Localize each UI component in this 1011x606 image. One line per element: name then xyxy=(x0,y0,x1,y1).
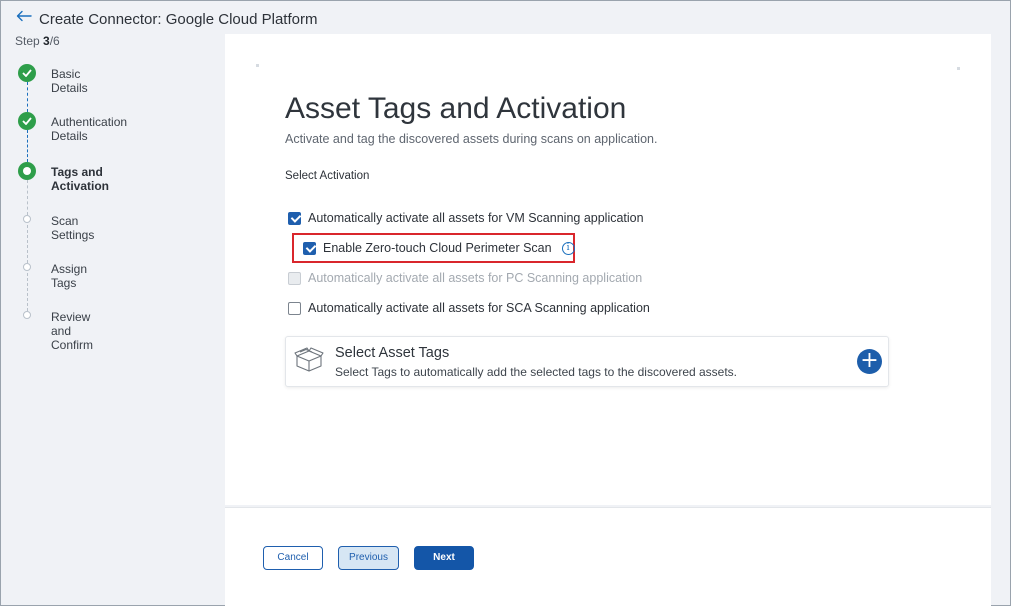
sca-activation-checkbox[interactable] xyxy=(288,301,301,315)
stepper-connector xyxy=(27,82,28,112)
stepper-connector xyxy=(27,273,28,311)
step-review-and-confirm: Review and Confirm xyxy=(51,310,94,352)
page-header-title: Create Connector: Google Cloud Platform xyxy=(39,11,318,28)
corner-mark xyxy=(256,64,259,67)
page-title: Asset Tags and Activation xyxy=(285,92,627,125)
footer-actions: Cancel Previous Next xyxy=(225,507,991,606)
zero-touch-checkbox[interactable] xyxy=(303,241,316,255)
step-tags-and-activation: Tags and Activation xyxy=(51,165,110,193)
add-tags-button[interactable]: + xyxy=(857,349,882,374)
step-total: /6 xyxy=(49,34,60,48)
step-active-icon xyxy=(18,162,36,180)
app-window: Create Connector: Google Cloud Platform … xyxy=(0,0,1011,606)
zero-touch-label: Enable Zero-touch Cloud Perimeter Scan xyxy=(323,241,552,255)
vm-activation-checkbox[interactable] xyxy=(288,211,301,225)
step-scan-settings: Scan Settings xyxy=(51,214,95,242)
step-pending-icon xyxy=(23,311,31,319)
info-icon[interactable]: i xyxy=(561,241,575,255)
select-activation-label: Select Activation xyxy=(285,170,370,182)
page-subtitle: Activate and tag the discovered assets d… xyxy=(285,132,658,146)
previous-button[interactable]: Previous xyxy=(338,546,399,570)
asset-tags-description: Select Tags to automatically add the sel… xyxy=(335,365,738,379)
pc-activation-option: Automatically activate all assets for PC… xyxy=(288,271,642,285)
step-basic-details: Basic Details xyxy=(51,67,88,95)
step-assign-tags: Assign Tags xyxy=(51,262,88,290)
step-indicator: Step 3/6 xyxy=(15,34,60,48)
step-complete-icon xyxy=(18,112,36,130)
vm-activation-label: Automatically activate all assets for VM… xyxy=(308,211,644,225)
step-pending-icon xyxy=(23,263,31,271)
step-prefix: Step xyxy=(15,34,40,48)
stepper-connector xyxy=(27,180,28,215)
pc-activation-label: Automatically activate all assets for PC… xyxy=(308,271,643,285)
back-arrow-icon[interactable] xyxy=(15,7,33,25)
step-current: 3 xyxy=(43,34,50,48)
next-button[interactable]: Next xyxy=(414,546,474,570)
asset-tags-title: Select Asset Tags xyxy=(335,345,450,361)
vm-activation-option[interactable]: Automatically activate all assets for VM… xyxy=(288,211,644,225)
select-asset-tags-card: Select Asset Tags Select Tags to automat… xyxy=(285,336,889,387)
stepper-connector xyxy=(27,130,28,162)
step-complete-icon xyxy=(18,64,36,82)
main-content-panel: Asset Tags and Activation Activate and t… xyxy=(225,34,991,505)
boxes-icon xyxy=(294,347,324,372)
sca-activation-label: Automatically activate all assets for SC… xyxy=(308,301,650,315)
pc-activation-checkbox xyxy=(288,271,301,285)
sca-activation-option[interactable]: Automatically activate all assets for SC… xyxy=(288,301,650,315)
corner-mark xyxy=(957,67,960,70)
zero-touch-option[interactable]: Enable Zero-touch Cloud Perimeter Scan i xyxy=(303,241,575,255)
step-pending-icon xyxy=(23,215,31,223)
stepper-connector xyxy=(27,225,28,263)
cancel-button[interactable]: Cancel xyxy=(263,546,323,570)
step-authentication-details: Authentication Details xyxy=(51,115,128,143)
